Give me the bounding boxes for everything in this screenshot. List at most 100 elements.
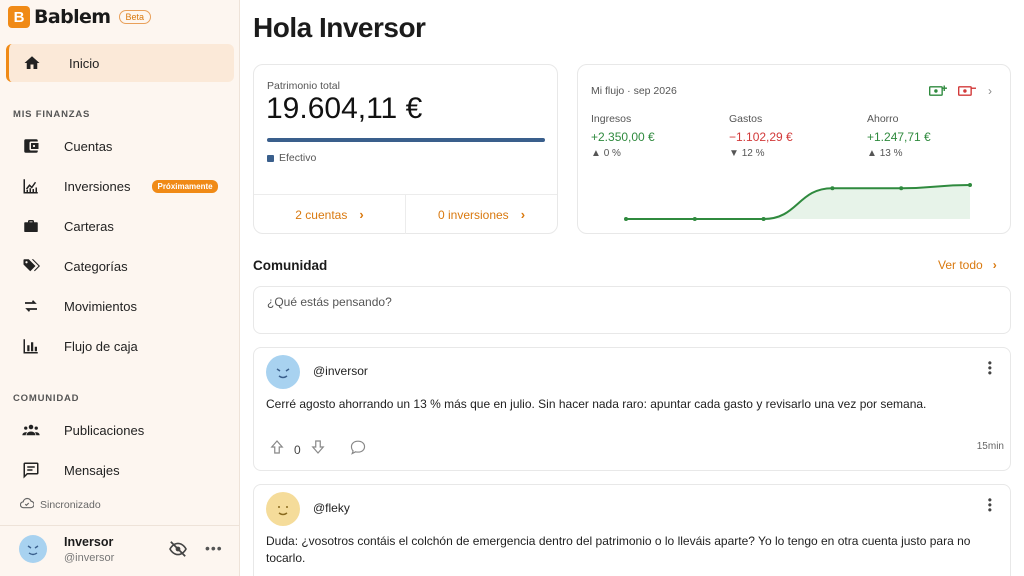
hide-balance-eye-off-icon[interactable] xyxy=(168,541,188,562)
patrimonio-legend: Efectivo xyxy=(267,152,316,164)
gastos-value: −1.102,29 € xyxy=(729,130,793,144)
chevron-right-icon[interactable]: › xyxy=(988,84,992,98)
trend-up-icon: ▲ xyxy=(591,148,601,159)
comment-icon[interactable] xyxy=(349,439,367,460)
ahorro-label: Ahorro xyxy=(867,113,899,125)
sparkline-area xyxy=(626,185,970,219)
app-name: Bablem xyxy=(34,6,111,28)
post-composer[interactable]: ¿Qué estás pensando? xyxy=(253,286,1011,334)
post-more-icon[interactable]: • • • xyxy=(988,494,992,516)
flujo-title: Mi flujo · sep 2026 xyxy=(591,85,677,97)
ahorro-change-value: 13 % xyxy=(879,148,903,159)
legend-swatch xyxy=(267,154,274,162)
see-all-link[interactable]: Ver todo › xyxy=(938,258,997,272)
user-profile[interactable]: Inversor @inversor ••• xyxy=(0,525,240,576)
people-icon xyxy=(20,419,42,441)
composer-placeholder: ¿Qué estás pensando? xyxy=(267,295,392,309)
wallet-icon xyxy=(20,135,42,157)
sidebar-item-label: Inicio xyxy=(69,55,100,71)
sidebar-item-cuentas[interactable]: Cuentas xyxy=(6,127,234,165)
transfer-arrows-icon xyxy=(20,295,42,317)
home-icon xyxy=(21,52,43,74)
ahorro-value: +1.247,71 € xyxy=(867,130,931,144)
chevron-right-icon: › xyxy=(992,258,997,272)
briefcase-icon xyxy=(20,215,42,237)
page-title: Hola Inversor xyxy=(253,12,426,43)
ingresos-change-value: 0 % xyxy=(603,148,621,159)
tags-icon xyxy=(20,255,42,277)
coming-soon-badge: Próximamente xyxy=(152,179,218,193)
post-more-icon[interactable]: • • • xyxy=(988,357,992,379)
vote-count: 0 xyxy=(294,442,301,457)
avatar xyxy=(19,535,47,563)
ahorro-change: ▲ 13 % xyxy=(867,148,931,159)
sparkline-point xyxy=(692,217,697,221)
ingresos-value: +2.350,00 € xyxy=(591,130,655,144)
flujo-ingresos: Ingresos +2.350,00 € ▲ 0 % xyxy=(591,113,655,159)
post-author-handle[interactable]: @inversor xyxy=(313,364,368,378)
sidebar-item-label: Publicaciones xyxy=(64,422,145,438)
post-body: Duda: ¿vosotros contáis el colchón de em… xyxy=(266,534,971,565)
add-income-icon[interactable] xyxy=(929,84,947,103)
chevron-right-icon: › xyxy=(359,207,364,222)
chevron-right-icon: › xyxy=(520,207,526,222)
post-author-handle[interactable]: @fleky xyxy=(313,501,350,515)
sidebar-item-flujo-de-caja[interactable]: Flujo de caja xyxy=(6,327,234,365)
section-title-mis-finanzas: MIS FINANZAS xyxy=(13,109,91,120)
sidebar-item-publicaciones[interactable]: Publicaciones xyxy=(6,411,234,449)
gastos-change: ▼ 12 % xyxy=(729,148,793,159)
sidebar-item-label: Categorías xyxy=(64,258,128,274)
patrimonio-distribution-bar xyxy=(267,138,545,142)
sidebar-item-label: Carteras xyxy=(64,218,114,234)
flujo-gastos: Gastos −1.102,29 € ▼ 12 % xyxy=(729,113,793,159)
message-icon xyxy=(20,459,42,481)
user-name: Inversor xyxy=(64,535,114,549)
flujo-card[interactable]: Mi flujo · sep 2026 › Ingresos +2.350,00… xyxy=(577,64,1011,234)
add-expense-icon[interactable] xyxy=(958,84,976,103)
bablem-logo-icon: B xyxy=(8,6,30,28)
sidebar-item-mensajes[interactable]: Mensajes xyxy=(6,451,234,489)
investment-chart-icon xyxy=(20,175,42,197)
upvote-icon[interactable] xyxy=(268,438,286,461)
legend-label: Efectivo xyxy=(279,152,317,164)
investments-link-label: 0 inversiones xyxy=(437,207,509,222)
sidebar-item-inversiones[interactable]: Inversiones Próximamente xyxy=(6,167,234,205)
bar-chart-icon xyxy=(20,335,42,357)
sidebar: B Bablem Beta Inicio MIS FINANZAS Cuenta… xyxy=(0,0,240,576)
sidebar-item-movimientos[interactable]: Movimientos xyxy=(6,287,234,325)
sidebar-item-label: Mensajes xyxy=(64,462,120,478)
sidebar-item-categorias[interactable]: Categorías xyxy=(6,247,234,285)
sidebar-item-carteras[interactable]: Carteras xyxy=(6,207,234,245)
post-timestamp: 15min xyxy=(976,441,1004,452)
see-all-label: Ver todo xyxy=(938,258,983,272)
avatar[interactable] xyxy=(266,355,300,389)
downvote-icon[interactable] xyxy=(309,438,327,461)
patrimonio-footer: 2 cuentas › 0 inversiones › xyxy=(254,194,557,234)
cloud-check-icon xyxy=(19,497,35,512)
sidebar-item-inicio[interactable]: Inicio xyxy=(6,44,234,82)
sparkline-point xyxy=(899,186,904,191)
sync-status-text: Sincronizado xyxy=(40,498,101,511)
logo[interactable]: B Bablem Beta xyxy=(8,6,152,28)
post-body: Cerré agosto ahorrando un 13 % más que e… xyxy=(266,397,927,411)
investments-link[interactable]: 0 inversiones › xyxy=(405,195,557,234)
avatar[interactable] xyxy=(266,492,300,526)
sparkline-point xyxy=(830,186,835,191)
sparkline-point xyxy=(761,217,766,221)
sidebar-item-label: Inversiones xyxy=(64,178,131,194)
sidebar-item-label: Cuentas xyxy=(64,138,113,154)
sidebar-item-label: Flujo de caja xyxy=(64,338,138,354)
more-options-icon[interactable]: ••• xyxy=(205,540,223,556)
gastos-label: Gastos xyxy=(729,113,763,125)
gastos-change-value: 12 % xyxy=(741,148,765,159)
post-card: @fleky • • • Duda: ¿vosotros contáis el co… xyxy=(253,484,1011,576)
patrimonio-value: 19.604,11 € xyxy=(266,92,423,125)
community-title: Comunidad xyxy=(253,258,328,273)
flujo-sparkline xyxy=(624,183,972,221)
accounts-link[interactable]: 2 cuentas › xyxy=(254,195,405,234)
beta-badge: Beta xyxy=(118,10,152,24)
sidebar-item-label: Movimientos xyxy=(64,298,137,314)
flujo-ahorro: Ahorro +1.247,71 € ▲ 13 % xyxy=(867,113,931,159)
section-title-comunidad: COMUNIDAD xyxy=(13,393,80,404)
sync-status: Sincronizado xyxy=(19,497,101,512)
